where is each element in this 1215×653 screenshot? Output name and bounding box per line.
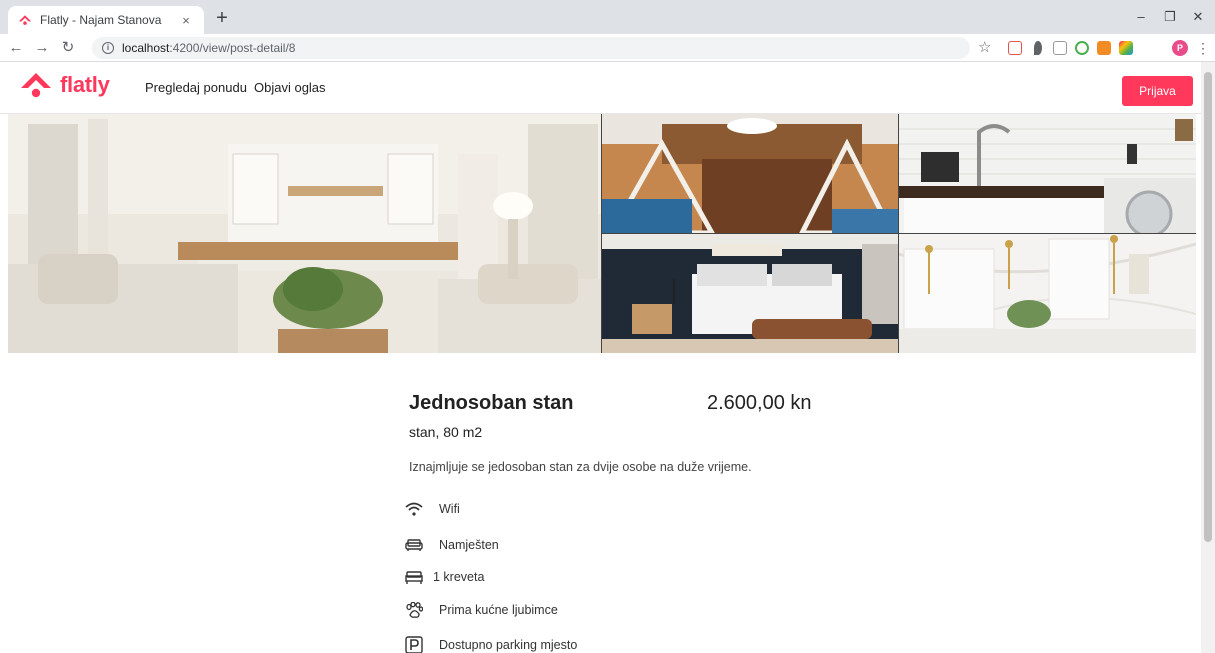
amenity-item: Prima kućne ljubimce	[403, 600, 558, 620]
gallery-photo-dining[interactable]	[602, 114, 898, 233]
tab-close-icon[interactable]: ×	[178, 13, 194, 28]
scrollbar-thumb[interactable]	[1204, 72, 1212, 542]
gallery-photo-living-room[interactable]	[8, 114, 601, 353]
browser-tab-bar: Flatly - Najam Stanova × + – ❐ ✕	[0, 0, 1215, 34]
amenity-label: Prima kućne ljubimce	[439, 603, 558, 617]
page-viewport: flatly Pregledaj ponudu Objavi oglas Pri…	[0, 62, 1215, 653]
amenity-label: Namješten	[439, 538, 499, 552]
minimize-button[interactable]: –	[1126, 7, 1156, 27]
page-scrollbar[interactable]	[1201, 62, 1215, 653]
nav-link-post-ad[interactable]: Objavi oglas	[254, 80, 326, 95]
browser-tab[interactable]: Flatly - Najam Stanova ×	[8, 6, 204, 34]
url-bar[interactable]: i localhost :4200/view/post-detail/8	[92, 37, 970, 59]
url-path: :4200/view/post-detail/8	[169, 41, 296, 55]
extension-pocket-icon[interactable]	[1008, 41, 1022, 55]
gallery-photo-bedroom[interactable]	[602, 234, 898, 353]
extension-color-icon[interactable]	[1119, 41, 1133, 55]
gallery-photo-bathroom[interactable]	[899, 234, 1196, 353]
site-navbar: flatly Pregledaj ponudu Objavi oglas Pri…	[0, 62, 1201, 114]
flatly-favicon-icon	[18, 15, 32, 25]
browser-menu-icon[interactable]: ⋮	[1196, 39, 1210, 57]
listing-price: 2.600,00 kn	[707, 392, 812, 414]
amenity-item: 1 kreveta	[403, 567, 484, 587]
new-tab-button[interactable]: +	[210, 7, 234, 31]
back-icon[interactable]: ←	[6, 38, 26, 58]
info-icon[interactable]: i	[102, 42, 114, 54]
bed-icon	[403, 567, 425, 587]
amenity-item: Dostupno parking mjesto	[403, 635, 577, 653]
photo-gallery	[8, 114, 1196, 353]
amenity-label: 1 kreveta	[433, 570, 485, 584]
amenity-label: Wifi	[439, 502, 460, 516]
amenity-item: Wifi	[403, 499, 460, 519]
listing-description: Iznajmljuje se jedosoban stan za dvije o…	[409, 460, 752, 474]
amenity-item: Namješten	[403, 535, 499, 555]
gallery-photo-laundry[interactable]	[899, 114, 1196, 233]
profile-avatar[interactable]: P	[1172, 40, 1188, 56]
tab-title: Flatly - Najam Stanova	[40, 13, 162, 27]
extension-green-icon[interactable]	[1075, 41, 1089, 55]
extension-fox-icon[interactable]	[1097, 41, 1111, 55]
parking-icon	[403, 635, 425, 653]
sofa-icon	[403, 535, 425, 555]
login-button[interactable]: Prijava	[1122, 76, 1193, 106]
bookmark-star-icon[interactable]: ☆	[978, 39, 991, 57]
listing-subtitle: stan, 80 m2	[409, 424, 483, 440]
url-host: localhost	[122, 41, 170, 55]
forward-icon[interactable]: →	[32, 38, 52, 58]
wifi-icon	[403, 499, 425, 519]
flatly-logo-icon	[21, 73, 51, 98]
browser-toolbar: ← → ↻ i localhost :4200/view/post-detail…	[0, 34, 1215, 62]
restore-button[interactable]: ❐	[1155, 7, 1185, 27]
amenity-label: Dostupno parking mjesto	[439, 638, 578, 652]
extension-pin-icon[interactable]	[1034, 41, 1042, 55]
site-logo[interactable]: flatly	[20, 72, 110, 98]
reload-icon[interactable]: ↻	[58, 38, 78, 58]
close-window-button[interactable]: ✕	[1183, 7, 1213, 27]
paw-icon	[403, 600, 425, 620]
listing-title: Jednosoban stan	[409, 392, 574, 414]
extension-tree-icon[interactable]	[1053, 41, 1067, 55]
nav-link-browse[interactable]: Pregledaj ponudu	[145, 80, 247, 95]
brand-name: flatly	[60, 72, 110, 97]
